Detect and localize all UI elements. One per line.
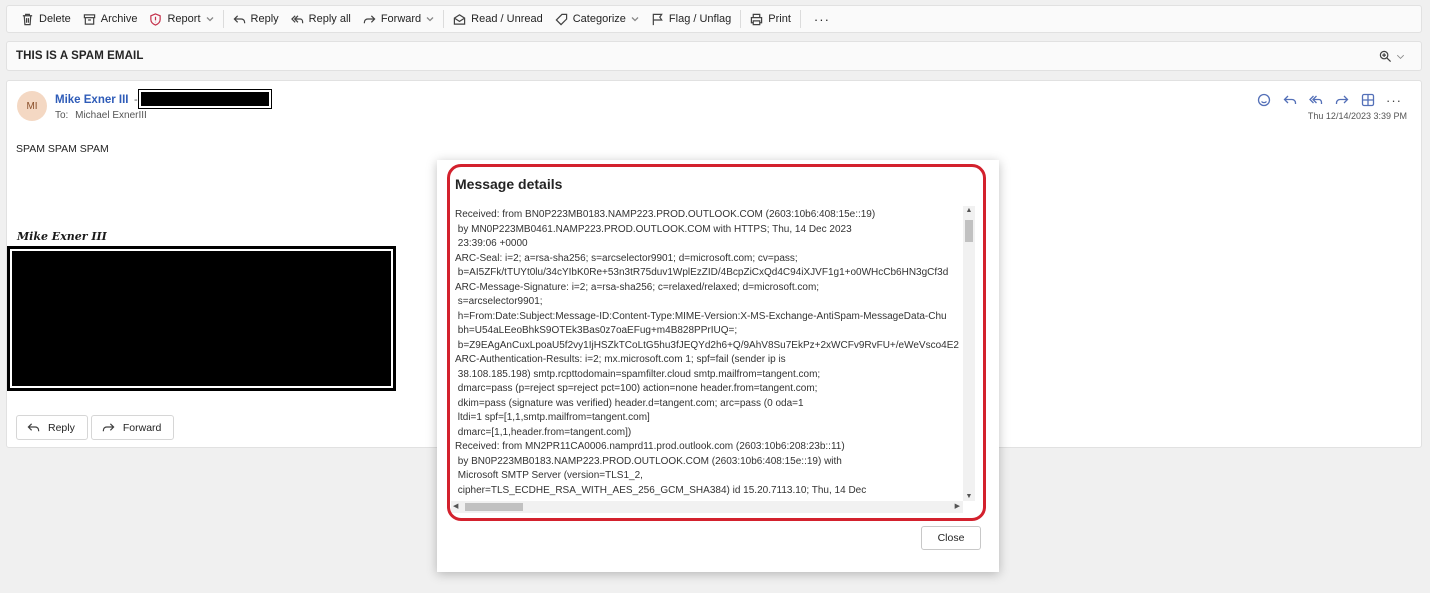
scroll-right-arrow-icon[interactable]: ▶ (955, 502, 960, 510)
scroll-down-arrow-icon[interactable]: ▼ (965, 493, 973, 500)
scroll-up-arrow-icon[interactable]: ▲ (965, 207, 973, 214)
message-details-dialog: Message details Received: from BN0P223MB… (437, 160, 999, 572)
horizontal-scroll-thumb[interactable] (465, 503, 523, 511)
message-headers-box[interactable]: Received: from BN0P223MB0183.NAMP223.PRO… (451, 206, 975, 515)
horizontal-scrollbar[interactable]: ◀ ▶ (451, 501, 963, 513)
scroll-left-arrow-icon[interactable]: ◀ (453, 502, 458, 510)
message-headers-text[interactable]: Received: from BN0P223MB0183.NAMP223.PRO… (455, 208, 963, 500)
vertical-scroll-thumb[interactable] (965, 220, 973, 242)
dialog-title: Message details (455, 176, 563, 192)
close-button[interactable]: Close (921, 526, 981, 550)
vertical-scrollbar[interactable]: ▲ ▼ (963, 206, 975, 501)
